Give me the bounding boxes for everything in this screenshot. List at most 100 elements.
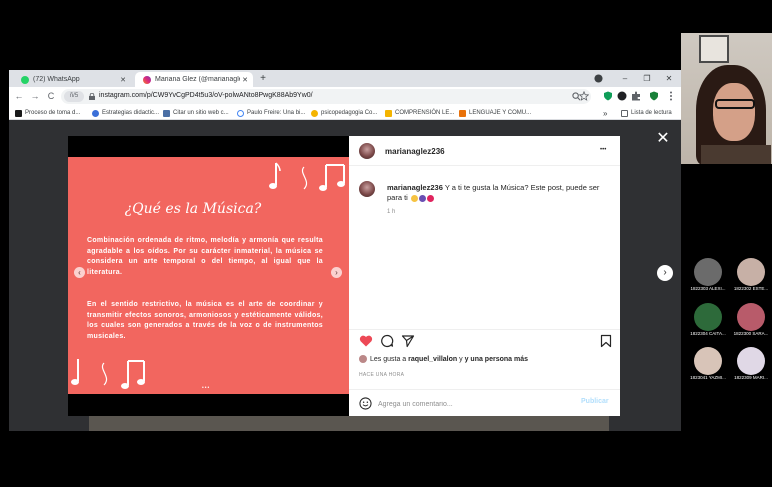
comment-icon[interactable] (380, 334, 394, 348)
likes-suffix[interactable]: y una persona más (465, 356, 528, 363)
bookmark-label: Paulo Freire: Una bi... (247, 110, 306, 116)
participant-tile[interactable]: 1823041 YAZMI... (687, 345, 729, 385)
bookmark-icon (92, 109, 99, 117)
video-call-panel: 1822303 ALEXI... 1822302 ESTE... 1822304… (681, 0, 772, 487)
save-icon[interactable] (599, 334, 613, 348)
tab-whatsapp[interactable]: (72) WhatsApp ✕ (13, 72, 131, 87)
extension-badge-icon[interactable] (649, 91, 659, 101)
more-bookmarks-button[interactable]: » (603, 108, 607, 118)
avatar[interactable] (359, 143, 375, 159)
tab-label: Mariana Glez (@marianaglez236) · (155, 76, 240, 83)
menu-kebab-icon[interactable] (666, 91, 676, 101)
presenter-video (681, 33, 772, 164)
participant-video (737, 347, 765, 375)
post-caption: marianaglez236 Y a ti te gusta la Música… (387, 183, 612, 203)
caption-avatar[interactable] (359, 181, 375, 197)
close-tab-icon[interactable]: ✕ (240, 76, 250, 84)
post-timestamp: HACE UNA HORA (359, 372, 405, 378)
likes-prefix: Les gusta a (370, 355, 407, 363)
bookmark-item[interactable]: Estrategias didactic... (92, 108, 159, 118)
site-chip[interactable]: ñ/5 (64, 91, 84, 102)
participant-video (694, 347, 722, 375)
participant-name: 1822304 CAITA... (690, 331, 726, 336)
share-icon[interactable] (401, 334, 415, 348)
music-notes-bottom-icon (71, 359, 145, 389)
emoji-smile-icon (410, 194, 418, 202)
bookmark-label: Estrategias didactic... (102, 110, 160, 116)
background-feed (89, 416, 609, 431)
bookmark-icon (15, 109, 22, 117)
address-bar[interactable]: ñ/5 instagram.com/p/CW9YvCgPD4t5u3/oV-po… (61, 89, 591, 104)
next-post-button[interactable]: › (657, 265, 673, 281)
participant-name: 1822303 ALEXI... (690, 286, 726, 291)
bookmark-item[interactable]: Proceso de toma d... (15, 108, 80, 118)
google-icon (237, 109, 244, 117)
participant-name: 1822309 MARI... (734, 375, 768, 380)
more-options-icon[interactable]: ••• (600, 147, 606, 153)
slide-title: ¿Qué es la Música? (124, 201, 262, 217)
participant-tile[interactable]: 1822302 ESTE... (730, 256, 772, 296)
bookmark-item[interactable]: psicopedagogia Co... (311, 108, 377, 118)
participant-name: 1822300 SARA... (733, 331, 769, 336)
reading-list-label: Lista de lectura (631, 110, 672, 116)
tab-strip: (72) WhatsApp ✕ Mariana Glez (@marianagl… (9, 70, 681, 87)
back-button[interactable]: ← (13, 90, 25, 102)
bookmark-item[interactable]: Paulo Freire: Una bi... (237, 108, 305, 118)
emoji-icon[interactable] (359, 397, 372, 410)
participant-tile[interactable]: 1822309 MARI... (730, 345, 772, 385)
instagram-icon (143, 75, 151, 84)
music-notes-icon (269, 162, 345, 191)
publish-button[interactable]: Publicar (581, 398, 609, 405)
lock-icon (89, 93, 95, 100)
post-actions (349, 329, 620, 351)
post-username[interactable]: marianaglez236 (385, 147, 445, 156)
emoji-music-icon (418, 194, 426, 202)
liker-username[interactable]: raquel_villalon (408, 356, 457, 363)
new-tab-button[interactable]: + (257, 72, 269, 85)
carousel-prev-button[interactable]: ‹ (74, 267, 85, 278)
tab-instagram[interactable]: Mariana Glez (@marianaglez236) · ✕ (135, 72, 253, 87)
extension-circle-icon[interactable] (617, 91, 627, 101)
maximize-button[interactable]: ❐ (637, 72, 657, 85)
reading-list-icon (621, 109, 628, 117)
bookmark-item[interactable]: LENGUAJE Y COMU... (459, 108, 531, 118)
caption-username[interactable]: marianaglez236 (387, 183, 443, 192)
likes-summary: Les gusta a raquel_villalon y y una pers… (359, 355, 528, 363)
presenter-shirt (701, 145, 771, 164)
bookmark-star-icon[interactable] (579, 91, 589, 101)
minimize-button[interactable]: – (615, 72, 635, 85)
heart-icon[interactable] (359, 334, 373, 348)
bookmark-icon (163, 109, 170, 117)
extension-shield-icon[interactable] (603, 91, 613, 101)
puzzle-icon[interactable] (631, 91, 641, 101)
bookmark-icon (311, 109, 318, 117)
post-sidebar: marianaglez236 ••• marianaglez236 Y a ti… (349, 136, 620, 416)
close-tab-icon[interactable]: ✕ (118, 76, 128, 84)
participant-tile[interactable]: 1822304 CAITA... (687, 301, 729, 341)
slide-paragraph-2: En el sentido restrictivo, la música es … (87, 301, 323, 340)
profile-icon[interactable] (594, 74, 603, 83)
screen: (72) WhatsApp ✕ Mariana Glez (@marianagl… (0, 0, 772, 487)
participant-video (737, 258, 765, 286)
reading-list-button[interactable]: Lista de lectura (621, 108, 672, 118)
liker-avatar (359, 355, 367, 363)
bookmark-item[interactable]: Citar un sitio web c... (163, 108, 229, 118)
wall-frame (699, 35, 729, 63)
close-window-button[interactable]: ✕ (659, 72, 679, 85)
carousel-next-button[interactable]: › (331, 267, 342, 278)
participant-video (694, 303, 722, 331)
tab-label: (72) WhatsApp (33, 76, 80, 83)
carousel-dots: ••• (202, 385, 211, 391)
reload-button[interactable]: C (45, 90, 57, 102)
post-media: ¿Qué es la Música? Combinación ordenada … (68, 136, 349, 416)
forward-button[interactable]: → (29, 90, 41, 102)
participant-tile[interactable]: 1822303 ALEXI... (687, 256, 729, 296)
comment-bar: Publicar (349, 389, 620, 416)
participant-tile[interactable]: 1822300 SARA... (730, 301, 772, 341)
bookmarks-bar: Proceso de toma d... Estrategias didacti… (9, 106, 681, 120)
whatsapp-icon (21, 75, 29, 84)
comment-input[interactable] (378, 398, 568, 410)
participant-video (694, 258, 722, 286)
close-icon[interactable]: ✕ (655, 131, 671, 147)
bookmark-item[interactable]: COMPRENSIÓN LE... (385, 108, 454, 118)
